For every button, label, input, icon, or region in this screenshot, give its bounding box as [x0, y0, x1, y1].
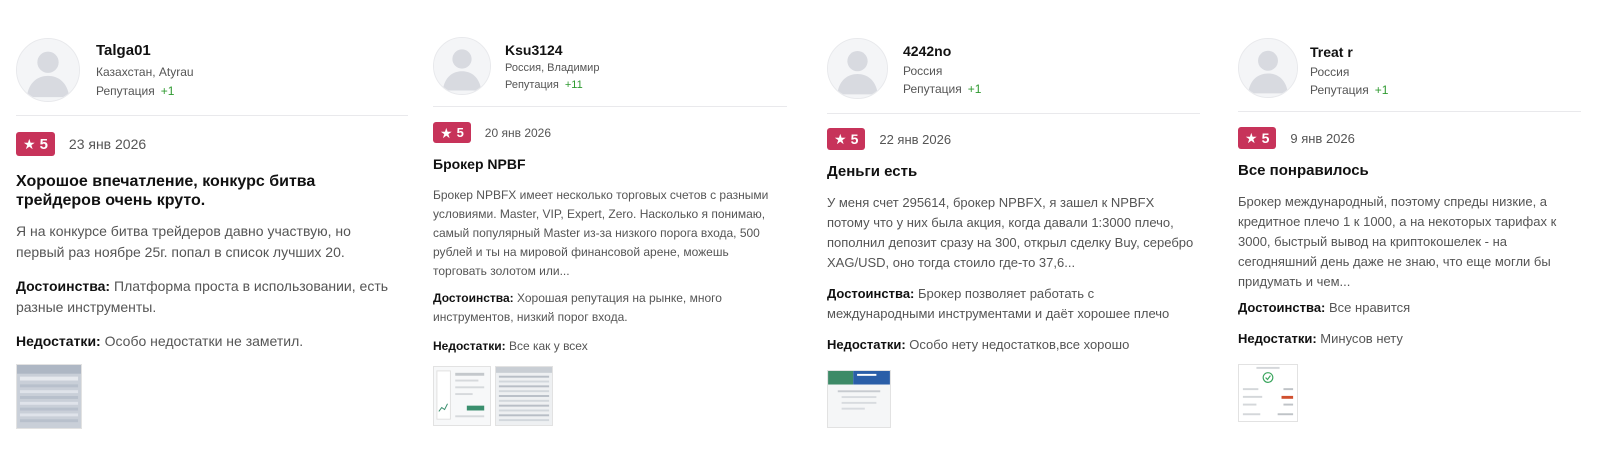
- pros-text: Все нравится: [1329, 300, 1411, 315]
- star-icon: ★: [1245, 130, 1258, 146]
- attachment-thumbnail[interactable]: [16, 364, 82, 429]
- rating-row: ★ 5 22 янв 2026: [827, 128, 951, 150]
- pros-label: Достоинства:: [1238, 300, 1326, 315]
- review-cons: Недостатки: Особо недостатки не заметил.: [16, 331, 396, 352]
- divider: [16, 115, 408, 116]
- rating-badge: ★ 5: [1238, 127, 1277, 149]
- rating-row: ★ 5 20 янв 2026: [433, 122, 551, 143]
- rating-value: 5: [456, 125, 464, 140]
- rating-badge: ★ 5: [16, 132, 55, 156]
- attachment-thumbnail[interactable]: [495, 366, 553, 426]
- attachment-thumbnail[interactable]: [1238, 364, 1298, 422]
- cons-label: Недостатки:: [16, 333, 101, 349]
- author-reputation: Репутация +1: [903, 82, 981, 97]
- avatar-placeholder-icon[interactable]: [827, 38, 888, 99]
- review-pros: Достоинства: Платформа проста в использо…: [16, 276, 396, 318]
- pros-label: Достоинства:: [827, 286, 915, 301]
- reputation-value: +1: [967, 82, 982, 96]
- review-title[interactable]: Деньги есть: [827, 163, 917, 181]
- review-title[interactable]: Хорошое впечатление, конкурс битва трейд…: [16, 172, 346, 210]
- author-location: Россия, Владимир: [505, 62, 600, 74]
- review-attachments: [433, 366, 553, 426]
- avatar-placeholder-icon[interactable]: [16, 38, 80, 102]
- author-name[interactable]: 4242no: [903, 43, 981, 60]
- review-date: 22 янв 2026: [879, 131, 952, 147]
- review-author: Treat r Россия Репутация +1: [1238, 0, 1581, 112]
- cons-label: Недостатки:: [827, 337, 906, 352]
- review-pros: Достоинства: Хорошая репутация на рынке,…: [433, 289, 777, 327]
- author-location: Россия: [1310, 65, 1350, 79]
- review-card: 4242no Россия Репутация +1 ★ 5 22 янв 2026…: [827, 0, 1200, 428]
- rating-value: 5: [850, 131, 859, 147]
- reputation-label: Репутация: [96, 84, 155, 98]
- divider: [433, 106, 787, 107]
- review-text: У меня счет 295614, брокер NPBFX, я заше…: [827, 195, 1194, 270]
- rating-row: ★ 5 23 янв 2026: [16, 132, 146, 156]
- attachment-thumbnail[interactable]: [433, 366, 491, 426]
- rating-badge: ★ 5: [433, 122, 471, 143]
- review-pros: Достоинства: Все нравится: [1238, 298, 1578, 318]
- review-cons: Недостатки: Минусов нету: [1238, 329, 1578, 349]
- author-name[interactable]: Treat r: [1310, 44, 1388, 60]
- author-info: Treat r Россия Репутация +1: [1310, 44, 1388, 98]
- avatar-placeholder-icon[interactable]: [433, 37, 491, 95]
- rating-value: 5: [1261, 130, 1270, 146]
- author-info: Talga01 Казахстан, Atyrau Репутация +1: [96, 42, 194, 99]
- divider: [827, 113, 1200, 114]
- rating-row: ★ 5 9 янв 2026: [1238, 127, 1355, 149]
- review-author: Talga01 Казахстан, Atyrau Репутация +1: [16, 0, 408, 116]
- review-card: Ksu3124 Россия, Владимир Репутация +11 ★ 5…: [433, 0, 787, 426]
- cons-text: Особо недостатки не заметил.: [104, 333, 304, 349]
- cons-text: Все как у всех: [508, 339, 588, 353]
- author-location: Казахстан, Atyrau: [96, 65, 194, 79]
- review-attachments: [1238, 364, 1298, 422]
- author-info: Ksu3124 Россия, Владимир Репутация +11: [505, 42, 599, 93]
- author-reputation: Репутация +1: [96, 84, 194, 99]
- author-name[interactable]: Ksu3124: [505, 42, 599, 58]
- review-cons: Недостатки: Все как у всех: [433, 337, 777, 356]
- star-icon: ★: [440, 124, 453, 141]
- review-text: Брокер международный, поэтому спреды низ…: [1238, 194, 1557, 289]
- review-author: 4242no Россия Репутация +1: [827, 0, 1200, 114]
- cons-label: Недостатки:: [433, 339, 506, 353]
- rating-badge: ★ 5: [827, 128, 866, 150]
- author-name[interactable]: Talga01: [96, 42, 194, 60]
- review-date: 20 янв 2026: [484, 125, 552, 140]
- author-reputation: Репутация +11: [505, 78, 599, 93]
- divider: [1238, 111, 1581, 112]
- reputation-value: +1: [1374, 83, 1389, 97]
- cons-text: Минусов нету: [1320, 331, 1403, 346]
- author-reputation: Репутация +1: [1310, 83, 1388, 98]
- review-author: Ksu3124 Россия, Владимир Репутация +11: [433, 0, 787, 110]
- review-card: Treat r Россия Репутация +1 ★ 5 9 янв 2026…: [1238, 0, 1581, 422]
- rating-value: 5: [39, 135, 48, 153]
- review-title[interactable]: Брокер NPBF: [433, 156, 526, 173]
- cons-text: Особо нету недостатков,все хорошо: [909, 337, 1130, 352]
- review-date: 23 янв 2026: [68, 136, 147, 152]
- review-date: 9 янв 2026: [1290, 130, 1355, 146]
- star-icon: ★: [23, 136, 36, 152]
- cons-label: Недостатки:: [1238, 331, 1317, 346]
- review-text: Я на конкурсе битва трейдеров давно учас…: [16, 223, 351, 260]
- author-info: 4242no Россия Репутация +1: [903, 43, 981, 97]
- reputation-label: Репутация: [903, 82, 962, 96]
- review-card: Talga01 Казахстан, Atyrau Репутация +1 ★ 5…: [16, 0, 408, 429]
- review-attachments: [827, 370, 891, 428]
- pros-label: Достоинства:: [433, 291, 514, 305]
- attachment-thumbnail[interactable]: [827, 370, 891, 428]
- reputation-value: +1: [160, 84, 175, 98]
- reputation-label: Репутация: [505, 79, 559, 91]
- review-pros: Достоинства: Брокер позволяет работать с…: [827, 284, 1200, 324]
- author-location: Россия: [903, 64, 943, 78]
- review-attachments: [16, 364, 82, 429]
- avatar-placeholder-icon[interactable]: [1238, 38, 1298, 98]
- review-cons: Недостатки: Особо нету недостатков,все х…: [827, 335, 1200, 355]
- reputation-label: Репутация: [1310, 83, 1369, 97]
- star-icon: ★: [834, 131, 847, 147]
- reputation-value: +11: [564, 79, 583, 91]
- review-text: Брокер NPBFX имеет несколько торговых сч…: [433, 188, 769, 278]
- review-title[interactable]: Все понравилось: [1238, 162, 1369, 180]
- pros-label: Достоинства:: [16, 278, 111, 294]
